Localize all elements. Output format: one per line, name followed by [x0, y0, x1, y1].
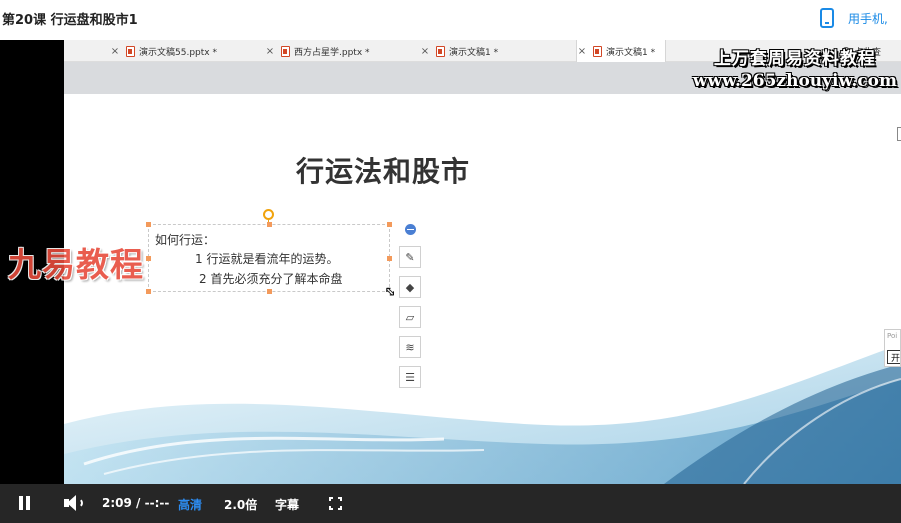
close-icon[interactable]: ×	[420, 46, 430, 57]
fill-button[interactable]: ◆	[399, 276, 421, 298]
resize-handle[interactable]	[387, 256, 392, 261]
doc-tab-label: 演示文稿55.pptx *	[139, 47, 217, 58]
volume-icon[interactable]	[64, 495, 84, 511]
phone-link-label: 用手机,	[848, 11, 888, 26]
textbox-line-1: 1 行运就是看流年的运势。	[195, 252, 339, 266]
edit-shape-button[interactable]: ✎	[399, 246, 421, 268]
course-title: 第20课 行运盘和股市1	[2, 13, 138, 28]
site-watermark: 上万套周易资料教程 www.265zhouyiw.com	[693, 44, 897, 91]
edit-shape-icon: ✎	[405, 250, 415, 264]
fullscreen-icon[interactable]	[329, 497, 342, 510]
resize-handle[interactable]	[267, 289, 272, 294]
site-watermark-title: 上万套周易资料教程	[713, 49, 876, 69]
slide-canvas: 行运法和股市 如何行运： 1 行运就是看流年的运势。 2 首先必须充分了解本命盘…	[64, 94, 901, 484]
subtitles-button[interactable]: 字幕	[275, 496, 299, 513]
doc-tab-label: 演示文稿1 *	[606, 47, 656, 58]
slide-title[interactable]: 行运法和股市	[296, 150, 470, 190]
side-popup-button[interactable]: 开	[887, 350, 900, 364]
pause-icon[interactable]	[19, 496, 31, 510]
phone-icon	[820, 8, 834, 28]
site-watermark-url: www.265zhouyiw.com	[692, 71, 897, 91]
video-player[interactable]: × 演示文稿55.pptx * × 西方占星学.pptx * × 演示文稿1 *…	[0, 40, 901, 523]
watch-on-phone-link[interactable]: 用手机,	[820, 6, 888, 30]
brand-watermark: 九易教程	[8, 245, 144, 284]
time-display: 2:09 / --:--	[102, 496, 169, 510]
quality-button[interactable]: 高清	[178, 496, 202, 513]
resize-handle[interactable]	[387, 222, 392, 227]
doc-tab-2[interactable]: × 西方占星学.pptx *	[265, 40, 370, 62]
textbox-heading: 如何行运：	[155, 233, 216, 247]
resize-handle[interactable]	[146, 289, 151, 294]
doc-tab-label: 西方占星学.pptx *	[294, 47, 370, 58]
textbox-line-2: 2 首先必须充分了解本命盘	[199, 272, 343, 286]
ppt-file-icon	[281, 45, 290, 57]
duration: --:--	[144, 496, 170, 510]
video-course-page: 第20课 行运盘和股市1 用手机, × 演示文稿55.pptx * × 西方占星…	[0, 0, 901, 523]
current-time: 2:09	[102, 496, 132, 510]
ppt-file-icon	[126, 45, 135, 57]
speed-button[interactable]: 2.0倍	[224, 496, 257, 513]
side-popup: Poi 开	[884, 329, 901, 367]
floating-toolbar: ✎ ◆ ▱ ≋ ☰	[399, 222, 423, 396]
minus-circle-icon	[404, 223, 416, 235]
collapse-button[interactable]	[399, 222, 421, 236]
resize-handle[interactable]	[267, 222, 272, 227]
outline-icon: ▱	[405, 310, 415, 324]
recorded-screen: × 演示文稿55.pptx * × 西方占星学.pptx * × 演示文稿1 *…	[64, 40, 901, 484]
doc-tab-1[interactable]: × 演示文稿55.pptx *	[110, 40, 217, 62]
side-panel-edge	[897, 127, 901, 141]
resize-handle[interactable]	[146, 222, 151, 227]
doc-tab-label: 演示文稿1 *	[449, 47, 499, 58]
close-icon[interactable]: ×	[110, 46, 120, 57]
resize-handle[interactable]	[146, 256, 151, 261]
close-icon[interactable]: ×	[265, 46, 275, 57]
player-control-bar: 2:09 / --:-- 高清 2.0倍 字幕	[0, 484, 901, 523]
doc-tab-4-active[interactable]: × 演示文稿1 *	[576, 40, 666, 62]
layers-button[interactable]: ≋	[399, 336, 421, 358]
time-separator: /	[136, 496, 145, 510]
text-wrap-icon: ☰	[405, 370, 415, 384]
ppt-file-icon	[436, 45, 445, 57]
doc-tab-3[interactable]: × 演示文稿1 *	[420, 40, 498, 62]
selected-textbox[interactable]: 如何行运： 1 行运就是看流年的运势。 2 首先必须充分了解本命盘	[146, 209, 392, 294]
outline-button[interactable]: ▱	[399, 306, 421, 328]
fill-bucket-icon: ◆	[405, 280, 415, 294]
side-popup-text: Poi	[887, 332, 898, 340]
rotate-handle-icon[interactable]	[263, 209, 274, 225]
ppt-file-icon	[593, 45, 602, 57]
text-wrap-button[interactable]: ☰	[399, 366, 421, 388]
title-bar: 第20课 行运盘和股市1 用手机,	[0, 0, 901, 40]
close-icon[interactable]: ×	[577, 46, 587, 57]
layers-icon: ≋	[405, 340, 415, 354]
